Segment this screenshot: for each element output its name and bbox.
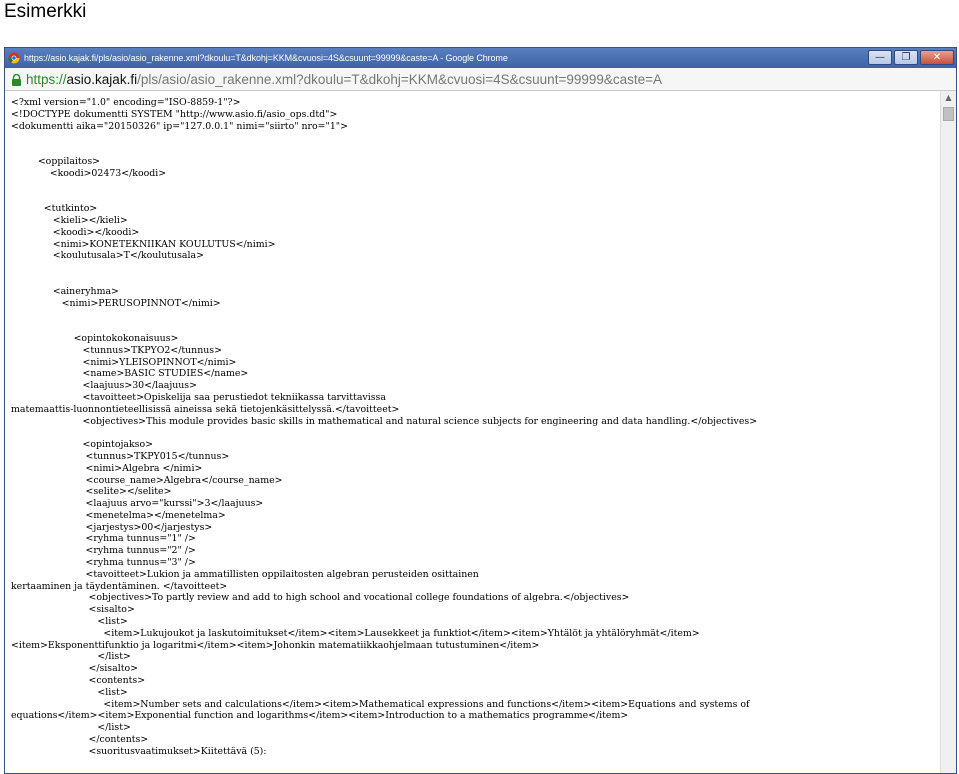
xml-line: <opintojakso> (11, 439, 153, 451)
xml-line: matemaattis-luonnontieteellisissä aineis… (11, 403, 400, 415)
xml-line (11, 427, 940, 439)
xml-line: <name>BASIC STUDIES</name> (11, 368, 249, 380)
xml-line (11, 321, 940, 333)
xml-line: <ryhma tunnus="3" /> (11, 557, 196, 569)
xml-line: <aineryhma> (11, 285, 119, 297)
xml-line: <course_name>Algebra</course_name> (11, 474, 283, 486)
xml-line: </list> (11, 722, 131, 734)
url-scheme: https:// (26, 71, 67, 87)
xml-line: <tunnus>TKPYO2</tunnus> (11, 344, 222, 356)
xml-line: <laajuus>30</laajuus> (11, 380, 197, 392)
window-titlebar[interactable]: https://asio.kajak.fi/pls/asio/asio_rake… (5, 48, 956, 68)
xml-line: <opintokokonaisuus> (11, 332, 179, 344)
xml-line: <item>Number sets and calculations</item… (11, 698, 750, 710)
xml-line: <?xml version="1.0" encoding="ISO-8859-1… (11, 97, 241, 108)
xml-line: <list> (11, 686, 128, 698)
xml-line: <jarjestys>00</jarjestys> (11, 521, 213, 533)
xml-line: <kieli></kieli> (11, 214, 128, 226)
xml-line: <koulutusala>T</koulutusala> (11, 250, 204, 262)
xml-line: <laajuus arvo="kurssi">3</laajuus> (11, 498, 264, 510)
browser-window: https://asio.kajak.fi/pls/asio/asio_rake… (4, 47, 957, 774)
close-button[interactable]: ✕ (920, 50, 954, 65)
xml-line (11, 309, 940, 321)
xml-line (11, 274, 940, 286)
xml-line: <selite></selite> (11, 486, 172, 498)
chrome-icon (8, 52, 20, 64)
xml-line: <item>Eksponenttifunktio ja logaritmi</i… (11, 639, 540, 651)
scroll-up-arrow-icon[interactable]: ▲ (941, 91, 956, 105)
xml-line: <nimi>Algebra </nimi> (11, 462, 203, 474)
window-controls: — ❐ ✕ (868, 50, 954, 65)
caption-title: Esimerkki (4, 1, 87, 22)
restore-button[interactable]: ❐ (894, 50, 918, 65)
xml-line: <!DOCTYPE dokumentti SYSTEM "http://www.… (11, 108, 338, 120)
xml-line: <tavoitteet>Opiskelija saa perustiedot t… (11, 391, 386, 403)
scrollbar-thumb[interactable] (943, 107, 954, 121)
xml-line: equations</item><item>Exponential functi… (11, 710, 629, 722)
xml-line: <ryhma tunnus="2" /> (11, 545, 196, 557)
xml-line: <dokumentti aika="20150326" ip="127.0.0.… (11, 120, 348, 132)
xml-line: </contents> (11, 734, 149, 746)
xml-line: <suoritusvaatimukset>Kiitettävä (5): (11, 745, 267, 757)
xml-line: <item>Lukujoukot ja laskutoimitukset</it… (11, 627, 700, 639)
url-path: /pls/asio/asio_rakenne.xml?dkoulu=T&dkoh… (137, 71, 663, 87)
xml-line: <sisalto> (11, 604, 135, 616)
xml-line: <tavoitteet>Lukion ja ammatillisten oppi… (11, 568, 479, 580)
xml-line: <ryhma tunnus="1" /> (11, 533, 196, 545)
xml-line: <list> (11, 616, 128, 628)
xml-line: </sisalto> (11, 663, 138, 675)
xml-line (11, 144, 940, 156)
url-text[interactable]: https://asio.kajak.fi/pls/asio/asio_rake… (26, 72, 662, 87)
xml-line: <nimi>KONETEKNIIKAN KOULUTUS</nimi> (11, 238, 276, 250)
lock-icon (11, 73, 22, 86)
xml-line: <objectives>To partly review and add to … (11, 592, 630, 604)
xml-line: <nimi>YLEISOPINNOT</nimi> (11, 356, 237, 368)
xml-line: <oppilaitos> (11, 155, 100, 167)
window-title: https://asio.kajak.fi/pls/asio/asio_rake… (24, 53, 508, 63)
xml-line: <tunnus>TKPY015</tunnus> (11, 450, 230, 462)
xml-line: <koodi>02473</koodi> (11, 167, 167, 179)
minimize-button[interactable]: — (868, 50, 892, 65)
xml-viewer[interactable]: <?xml version="1.0" encoding="ISO-8859-1… (5, 91, 940, 773)
xml-line (11, 191, 940, 203)
xml-line: <objectives>This module provides basic s… (11, 415, 758, 427)
xml-line (11, 180, 940, 192)
xml-source: <?xml version="1.0" encoding="ISO-8859-1… (11, 97, 940, 758)
url-host: asio.kajak.fi (66, 71, 138, 87)
xml-line: kertaaminen ja täydentäminen. </tavoitte… (11, 580, 228, 592)
xml-line: <menetelma></menetelma> (11, 509, 226, 521)
xml-line: </list> (11, 651, 131, 663)
xml-line: <contents> (11, 675, 146, 687)
xml-line (11, 132, 940, 144)
xml-line: <koodi></koodi> (11, 226, 140, 238)
vertical-scrollbar[interactable]: ▲ (940, 91, 956, 773)
xml-line: <tutkinto> (11, 203, 98, 215)
address-bar[interactable]: https://asio.kajak.fi/pls/asio/asio_rake… (5, 68, 956, 91)
xml-line (11, 262, 940, 274)
xml-line: <nimi>PERUSOPINNOT</nimi> (11, 297, 221, 309)
